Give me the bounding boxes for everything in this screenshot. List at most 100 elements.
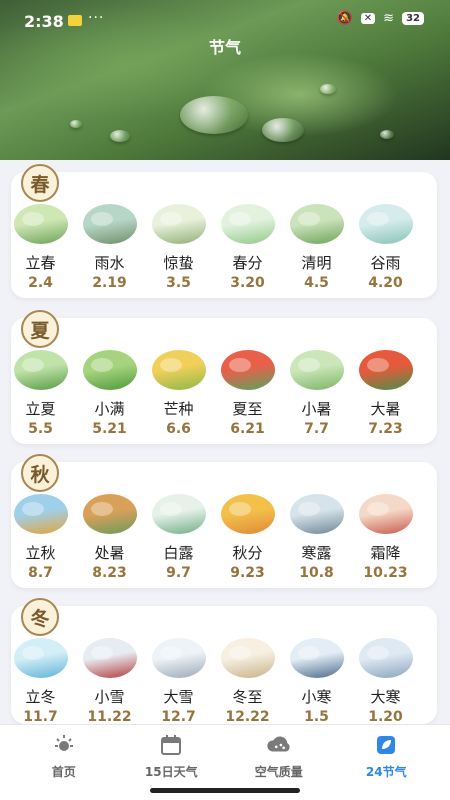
water-drop xyxy=(320,84,336,94)
solar-term-date: 10.23 xyxy=(363,565,408,581)
cloud-icon xyxy=(266,733,292,757)
more-dots: ··· xyxy=(88,10,105,26)
solar-term-illustration xyxy=(358,204,413,244)
solar-term-item[interactable]: 处暑 8.23 xyxy=(78,494,142,581)
solar-term-illustration xyxy=(220,638,275,678)
solar-term-date: 12.7 xyxy=(161,709,196,725)
solar-term-item[interactable]: 小寒 1.5 xyxy=(285,638,349,725)
solar-term-illustration xyxy=(289,494,344,534)
tab-label: 15日天气 xyxy=(144,765,198,779)
solar-term-date: 5.21 xyxy=(92,421,127,437)
solar-term-date: 9.7 xyxy=(166,565,191,581)
solar-term-item[interactable]: 立秋 8.7 xyxy=(9,494,73,581)
solar-term-date: 3.5 xyxy=(166,275,191,291)
solar-term-name: 谷雨 xyxy=(370,254,401,272)
solar-term-item[interactable]: 谷雨 4.20 xyxy=(354,204,418,291)
notification-badge-icon xyxy=(68,15,82,26)
solar-term-date: 4.20 xyxy=(368,275,403,291)
solar-term-name: 雨水 xyxy=(94,254,125,272)
water-drop xyxy=(262,118,304,142)
season-badge: 春 xyxy=(21,164,59,202)
solar-term-item[interactable]: 大雪 12.7 xyxy=(147,638,211,725)
solar-term-name: 立冬 xyxy=(25,688,56,706)
solar-term-date: 3.20 xyxy=(230,275,265,291)
solar-term-date: 4.5 xyxy=(304,275,329,291)
solar-term-date: 1.5 xyxy=(304,709,329,725)
solar-term-row: 立春 2.4 雨水 2.19 惊蛰 3.5 春分 3.20 清明 4.5 谷雨 4.20 xyxy=(0,204,426,291)
solar-term-illustration xyxy=(151,350,206,390)
solar-term-item[interactable]: 立夏 5.5 xyxy=(9,350,73,437)
solar-term-illustration xyxy=(220,204,275,244)
solar-term-item[interactable]: 立冬 11.7 xyxy=(9,638,73,725)
solar-term-item[interactable]: 冬至 12.22 xyxy=(216,638,280,725)
solar-term-item[interactable]: 清明 4.5 xyxy=(285,204,349,291)
solar-term-item[interactable]: 小暑 7.7 xyxy=(285,350,349,437)
solar-term-date: 7.7 xyxy=(304,421,329,437)
solar-term-item[interactable]: 雨水 2.19 xyxy=(78,204,142,291)
tab-forecast-15day[interactable]: 15日天气 xyxy=(123,733,219,780)
solar-term-name: 夏至 xyxy=(232,400,263,418)
solar-term-name: 秋分 xyxy=(232,544,263,562)
page-title: 节气 xyxy=(208,38,241,57)
solar-term-name: 立春 xyxy=(25,254,56,272)
solar-term-date: 6.21 xyxy=(230,421,265,437)
solar-term-illustration xyxy=(13,494,68,534)
status-time: 2:38 xyxy=(24,12,64,31)
solar-term-illustration xyxy=(358,350,413,390)
solar-term-name: 芒种 xyxy=(163,400,194,418)
solar-term-date: 11.7 xyxy=(23,709,58,725)
solar-term-name: 冬至 xyxy=(232,688,263,706)
solar-term-date: 8.7 xyxy=(28,565,53,581)
solar-term-item[interactable]: 小雪 11.22 xyxy=(78,638,142,725)
solar-term-date: 1.20 xyxy=(368,709,403,725)
calendar-icon xyxy=(158,733,184,757)
solar-term-date: 11.22 xyxy=(87,709,132,725)
solar-term-item[interactable]: 惊蛰 3.5 xyxy=(147,204,211,291)
solar-term-date: 2.4 xyxy=(28,275,53,291)
season-badge: 秋 xyxy=(21,454,59,492)
solar-term-date: 7.23 xyxy=(368,421,403,437)
solar-term-name: 白露 xyxy=(163,544,194,562)
tab-air-quality[interactable]: 空气质量 xyxy=(231,733,327,780)
tab-label: 首页 xyxy=(51,765,76,779)
solar-term-illustration xyxy=(358,494,413,534)
solar-term-name: 大暑 xyxy=(370,400,401,418)
solar-term-name: 立夏 xyxy=(25,400,56,418)
solar-term-item[interactable]: 白露 9.7 xyxy=(147,494,211,581)
solar-term-illustration xyxy=(82,638,137,678)
solar-term-item[interactable]: 霜降 10.23 xyxy=(354,494,418,581)
tab-label: 24节气 xyxy=(365,765,407,779)
solar-term-item[interactable]: 春分 3.20 xyxy=(216,204,280,291)
tab-solar-terms[interactable]: 24节气 xyxy=(338,733,434,780)
solar-term-item[interactable]: 大寒 1.20 xyxy=(354,638,418,725)
solar-term-illustration xyxy=(220,494,275,534)
solar-term-item[interactable]: 小满 5.21 xyxy=(78,350,142,437)
solar-term-name: 小寒 xyxy=(301,688,332,706)
status-icons: 🔕 ✕ ≋ 32 xyxy=(337,11,424,26)
tab-label: 空气质量 xyxy=(254,765,303,779)
season-badge: 夏 xyxy=(21,310,59,348)
wifi-icon: ≋ xyxy=(383,11,395,26)
solar-term-item[interactable]: 芒种 6.6 xyxy=(147,350,211,437)
solar-term-name: 春分 xyxy=(232,254,263,272)
solar-term-row: 立秋 8.7 处暑 8.23 白露 9.7 秋分 9.23 寒露 10.8 霜降 10.23 xyxy=(0,494,426,581)
solar-term-item[interactable]: 寒露 10.8 xyxy=(285,494,349,581)
mute-icon: 🔕 xyxy=(336,11,353,26)
no-sim-icon: ✕ xyxy=(360,13,376,24)
solar-term-item[interactable]: 夏至 6.21 xyxy=(216,350,280,437)
solar-term-item[interactable]: 秋分 9.23 xyxy=(216,494,280,581)
solar-term-name: 清明 xyxy=(301,254,332,272)
solar-term-name: 惊蛰 xyxy=(163,254,194,272)
solar-term-row: 立夏 5.5 小满 5.21 芒种 6.6 夏至 6.21 小暑 7.7 大暑 7.23 xyxy=(0,350,426,437)
water-drop xyxy=(70,120,82,128)
solar-term-date: 5.5 xyxy=(28,421,53,437)
solar-term-name: 霜降 xyxy=(370,544,401,562)
solar-term-item[interactable]: 大暑 7.23 xyxy=(354,350,418,437)
solar-term-date: 2.19 xyxy=(92,275,127,291)
solar-term-item[interactable]: 立春 2.4 xyxy=(9,204,73,291)
tab-home[interactable]: 首页 xyxy=(16,733,112,780)
solar-term-illustration xyxy=(289,350,344,390)
water-drop xyxy=(110,130,130,142)
solar-term-date: 9.23 xyxy=(230,565,265,581)
solar-term-name: 处暑 xyxy=(94,544,125,562)
